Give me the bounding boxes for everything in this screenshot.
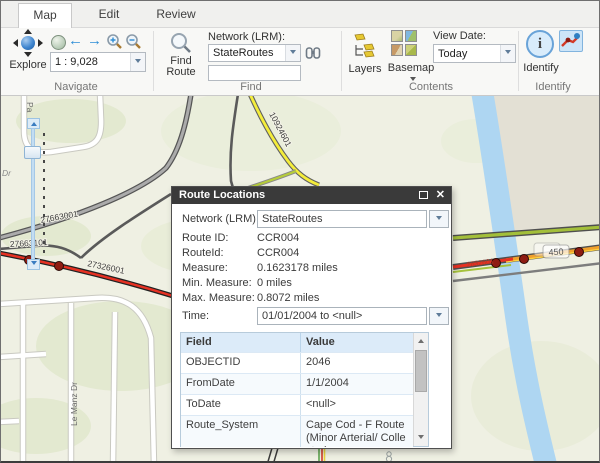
chevron-down-icon[interactable] bbox=[130, 53, 145, 71]
value-cell: 2046 bbox=[300, 353, 413, 374]
network-lrm-label: Network (LRM): bbox=[208, 31, 286, 43]
routeid-value: CCR004 bbox=[257, 247, 300, 259]
slider-ticks bbox=[43, 133, 45, 253]
basemap-icon bbox=[391, 30, 418, 57]
ribbon-tab-bar: Map Edit Review bbox=[1, 1, 599, 28]
measure-label: Measure: bbox=[182, 262, 228, 274]
view-date-combo[interactable]: Today bbox=[433, 44, 516, 63]
table-row: Route_System Cape Cod - F Route (Minor A… bbox=[181, 415, 413, 447]
chevron-down-icon bbox=[410, 77, 416, 84]
tab-edit[interactable]: Edit bbox=[83, 3, 135, 26]
chevron-down-icon[interactable] bbox=[500, 45, 515, 62]
map-scale-combo[interactable]: 1 : 9,028 bbox=[50, 52, 146, 72]
magnifier-icon bbox=[171, 33, 191, 53]
identify-group-label: Identify bbox=[535, 81, 571, 93]
scrollbar-thumb[interactable] bbox=[415, 350, 427, 392]
street-label: Pa bbox=[25, 102, 35, 113]
network-lrm-value: StateRoutes bbox=[213, 47, 274, 59]
tab-map[interactable]: Map bbox=[18, 3, 72, 28]
chevron-down-icon[interactable] bbox=[285, 45, 300, 61]
basemap-label: Basemap bbox=[387, 62, 435, 74]
route-shield-label: 450 bbox=[548, 246, 564, 257]
scroll-up-button[interactable] bbox=[414, 333, 428, 348]
route-id-value: CCR004 bbox=[257, 232, 300, 244]
close-icon[interactable]: ✕ bbox=[436, 187, 445, 204]
field-cell: FromDate bbox=[186, 377, 235, 389]
maximize-icon[interactable] bbox=[419, 191, 428, 199]
navigate-group-label: Navigate bbox=[54, 81, 98, 93]
previous-extent-icon[interactable]: ← bbox=[68, 32, 83, 50]
binoculars-icon[interactable] bbox=[305, 45, 321, 66]
field-cell: OBJECTID bbox=[186, 356, 241, 368]
routeid-label: RouteId: bbox=[182, 247, 224, 259]
network-value: StateRoutes bbox=[262, 213, 323, 225]
table-row: FromDate 1/1/2004 bbox=[181, 373, 413, 395]
identify-button[interactable]: i Identify bbox=[519, 30, 563, 78]
table-scrollbar[interactable] bbox=[413, 333, 428, 446]
layers-icon bbox=[354, 33, 375, 58]
route-locations-dialog: Route Locations ✕ Network (LRM): StateRo… bbox=[171, 186, 452, 449]
view-date-label: View Date: bbox=[433, 30, 486, 42]
value-cell: Cape Cod - F Route (Minor Arterial/ Coll… bbox=[300, 416, 413, 447]
value-cell: 1/1/2004 bbox=[300, 374, 413, 395]
value-column-header: Value bbox=[300, 333, 413, 352]
slider-zoom-out-button[interactable] bbox=[27, 259, 40, 270]
max-measure-label: Max. Measure: bbox=[182, 292, 255, 304]
measure-value: 0.1623178 miles bbox=[257, 262, 338, 274]
table-row: ToDate <null> bbox=[181, 394, 413, 416]
network-dropdown-button[interactable] bbox=[429, 210, 449, 228]
route-value-input[interactable] bbox=[208, 65, 301, 81]
dialog-title: Route Locations bbox=[179, 189, 266, 201]
layers-button[interactable]: Layers bbox=[345, 31, 385, 79]
network-label: Network (LRM): bbox=[182, 213, 260, 225]
full-extent-icon[interactable] bbox=[51, 35, 66, 50]
field-column-header: Field bbox=[186, 336, 212, 348]
attributes-table: Field Value OBJECTID 2046 FromDate 1/1/2… bbox=[180, 332, 429, 447]
route-shield-450: 450 bbox=[533, 242, 570, 259]
slider-thumb[interactable] bbox=[24, 146, 41, 159]
time-value: 01/01/2004 to <null> bbox=[262, 310, 363, 322]
table-header-row: Field Value bbox=[181, 333, 413, 352]
street-label: Le Manz Dr bbox=[69, 382, 79, 426]
dialog-title-bar[interactable]: Route Locations ✕ bbox=[172, 187, 451, 204]
time-label: Time: bbox=[182, 310, 210, 322]
find-route-label-2: Route bbox=[166, 66, 196, 78]
identify-route-icon bbox=[561, 33, 580, 47]
explore-button[interactable]: Explore bbox=[5, 29, 51, 79]
time-combo[interactable]: 01/01/2004 to <null> bbox=[257, 307, 427, 325]
field-cell: ToDate bbox=[186, 398, 221, 410]
value-cell: <null> bbox=[300, 395, 413, 416]
app-window: Map Edit Review Navigate Explore ← → 1:… bbox=[0, 0, 600, 463]
map-scale-value: 1 : 9,028 bbox=[55, 56, 98, 68]
explore-icon bbox=[13, 29, 43, 57]
layers-label: Layers bbox=[348, 63, 382, 75]
group-divider bbox=[341, 31, 342, 91]
identify-label: Identify bbox=[523, 62, 559, 74]
time-dropdown-button[interactable] bbox=[429, 307, 449, 325]
basemap-button[interactable]: Basemap bbox=[388, 30, 437, 88]
view-date-value: Today bbox=[438, 47, 468, 60]
min-measure-value: 0 miles bbox=[257, 277, 292, 289]
network-lrm-combo[interactable]: StateRoutes bbox=[208, 44, 301, 62]
street-label: Dr bbox=[2, 168, 12, 178]
tab-review[interactable]: Review bbox=[145, 3, 207, 26]
dialog-body: Network (LRM): StateRoutes Route ID: CCR… bbox=[172, 204, 451, 448]
max-measure-value: 0.8072 miles bbox=[257, 292, 320, 304]
table-row: OBJECTID 2046 bbox=[181, 352, 413, 374]
identify-icon: i bbox=[526, 30, 554, 58]
min-measure-label: Min. Measure: bbox=[182, 277, 252, 289]
field-cell: Route_System bbox=[186, 419, 259, 431]
ribbon: Map Edit Review Navigate Explore ← → 1:… bbox=[1, 1, 599, 109]
identify-route-toggle-button[interactable] bbox=[559, 30, 583, 52]
find-route-button[interactable]: Find Route bbox=[161, 31, 201, 109]
next-extent-icon[interactable]: → bbox=[87, 32, 102, 50]
route-id-label: Route ID: bbox=[182, 232, 229, 244]
ribbon-body: Navigate Explore ← → 1 : 9,028 Find Find… bbox=[1, 28, 599, 109]
explore-label: Explore bbox=[9, 59, 47, 71]
group-divider bbox=[153, 31, 154, 91]
scroll-down-button[interactable] bbox=[414, 431, 428, 446]
network-combo[interactable]: StateRoutes bbox=[257, 210, 427, 228]
